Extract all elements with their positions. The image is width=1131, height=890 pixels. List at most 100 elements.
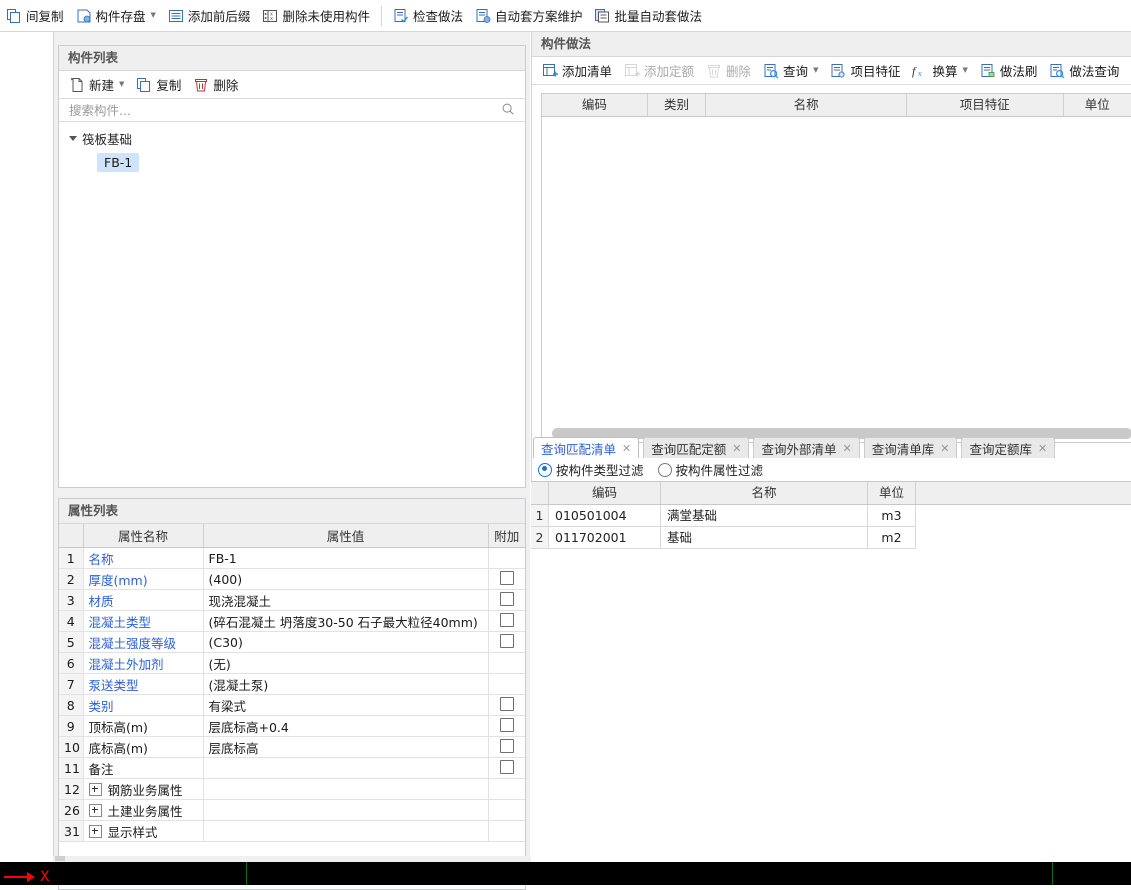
query-tab-2[interactable]: 查询匹配定额✕ xyxy=(643,437,749,458)
new-component-button[interactable]: 新建 ▼ xyxy=(63,73,130,97)
table-row[interactable]: 11备注 xyxy=(59,758,525,779)
toolbar-item-check-method[interactable]: 检查做法 xyxy=(387,4,469,28)
query-result-col-3[interactable]: 名称 xyxy=(661,482,868,504)
attribute-value-cell[interactable]: 现浇混凝土 xyxy=(203,590,488,611)
attribute-value-cell[interactable] xyxy=(203,758,488,779)
toolbar-item-delete-unused[interactable]: xx 删除未使用构件 xyxy=(256,4,376,28)
toolbar-item-save-component[interactable]: 构件存盘 ▼ xyxy=(70,4,162,28)
bottom-scroll-nub[interactable] xyxy=(55,856,65,861)
chevron-down-icon[interactable]: ▼ xyxy=(962,67,967,74)
expand-plus-icon[interactable] xyxy=(89,804,102,817)
attribute-value-cell[interactable]: (400) xyxy=(203,569,488,590)
attribute-value-cell[interactable] xyxy=(203,800,488,821)
project-feature-button[interactable]: 项目特征 xyxy=(824,59,906,83)
method-query-button[interactable]: 做法查询 xyxy=(1043,59,1125,83)
checkbox-unchecked-icon[interactable] xyxy=(500,760,514,774)
close-icon[interactable]: ✕ xyxy=(940,442,949,455)
query-tab-3[interactable]: 查询外部清单✕ xyxy=(753,437,859,458)
attach-cell[interactable] xyxy=(488,632,525,653)
table-row[interactable]: 6混凝土外加剂(无) xyxy=(59,653,525,674)
query-result-col-1[interactable] xyxy=(531,482,549,504)
attribute-name-cell[interactable]: 材质 xyxy=(83,590,203,611)
search-input[interactable] xyxy=(67,102,501,119)
toolbar-item-auto-scheme[interactable]: 自动套方案维护 xyxy=(469,4,589,28)
chevron-down-icon[interactable] xyxy=(69,133,79,143)
chevron-down-icon[interactable]: ▼ xyxy=(119,81,124,88)
table-row[interactable]: 9顶标高(m)层底标高+0.4 xyxy=(59,716,525,737)
query-tab-4[interactable]: 查询清单库✕ xyxy=(864,437,958,458)
expand-plus-icon[interactable] xyxy=(89,825,102,838)
attribute-value-cell[interactable]: (混凝土泵) xyxy=(203,674,488,695)
attribute-value-cell[interactable]: FB-1 xyxy=(203,548,488,569)
attach-cell[interactable] xyxy=(488,569,525,590)
radio-unselected-icon[interactable] xyxy=(658,463,672,477)
table-row[interactable]: 1010501004满堂基础m3 xyxy=(531,505,1131,527)
attribute-name-cell[interactable]: 混凝土类型 xyxy=(83,611,203,632)
attribute-name-cell[interactable]: 显示样式 xyxy=(83,821,203,842)
attach-cell[interactable] xyxy=(488,590,525,611)
query-result-col-4[interactable]: 单位 xyxy=(868,482,916,504)
attribute-value-cell[interactable] xyxy=(203,821,488,842)
attribute-name-cell[interactable]: 厚度(mm) xyxy=(83,569,203,590)
method-table-body[interactable] xyxy=(542,117,1131,423)
close-icon[interactable]: ✕ xyxy=(622,442,631,455)
chevron-down-icon[interactable]: ▼ xyxy=(813,67,818,74)
method-col-1[interactable]: 编码 xyxy=(542,94,648,116)
drawing-canvas-strip[interactable]: X xyxy=(0,862,1131,885)
method-brush-button[interactable]: 做法刷 xyxy=(974,59,1044,83)
method-col-4[interactable]: 项目特征 xyxy=(907,94,1064,116)
attribute-name-cell[interactable]: 混凝土外加剂 xyxy=(83,653,203,674)
close-icon[interactable]: ✕ xyxy=(732,442,741,455)
query-button[interactable]: 查询 ▼ xyxy=(757,59,824,83)
table-row[interactable]: 2厚度(mm)(400) xyxy=(59,569,525,590)
checkbox-unchecked-icon[interactable] xyxy=(500,613,514,627)
tree-item-fb-1[interactable]: FB-1 xyxy=(59,152,525,172)
attribute-value-cell[interactable]: 有梁式 xyxy=(203,695,488,716)
attach-cell[interactable] xyxy=(488,716,525,737)
table-row[interactable]: 8类别有梁式 xyxy=(59,695,525,716)
attribute-name-cell[interactable]: 备注 xyxy=(83,758,203,779)
table-row[interactable]: 1名称FB-1 xyxy=(59,548,525,569)
method-col-2[interactable]: 类别 xyxy=(648,94,707,116)
attribute-name-cell[interactable]: 顶标高(m) xyxy=(83,716,203,737)
attribute-name-cell[interactable]: 混凝土强度等级 xyxy=(83,632,203,653)
checkbox-unchecked-icon[interactable] xyxy=(500,571,514,585)
expand-plus-icon[interactable] xyxy=(89,783,102,796)
search-icon[interactable] xyxy=(501,102,517,118)
attach-cell[interactable] xyxy=(488,611,525,632)
checkbox-unchecked-icon[interactable] xyxy=(500,634,514,648)
attribute-name-cell[interactable]: 泵送类型 xyxy=(83,674,203,695)
method-more-button[interactable] xyxy=(1125,59,1131,83)
table-row[interactable]: 3材质现浇混凝土 xyxy=(59,590,525,611)
convert-button[interactable]: fx 换算 ▼ xyxy=(906,59,973,83)
attribute-value-cell[interactable]: 层底标高+0.4 xyxy=(203,716,488,737)
attribute-value-cell[interactable]: (C30) xyxy=(203,632,488,653)
toolbar-item-batch-auto[interactable]: 批量自动套做法 xyxy=(588,4,708,28)
attribute-name-cell[interactable]: 底标高(m) xyxy=(83,737,203,758)
table-row[interactable]: 26土建业务属性 xyxy=(59,800,525,821)
table-row[interactable]: 2011702001基础m2 xyxy=(531,527,1131,549)
close-icon[interactable]: ✕ xyxy=(842,442,851,455)
table-row[interactable]: 10底标高(m)层底标高 xyxy=(59,737,525,758)
method-col-3[interactable]: 名称 xyxy=(706,94,907,116)
checkbox-unchecked-icon[interactable] xyxy=(500,697,514,711)
checkbox-unchecked-icon[interactable] xyxy=(500,739,514,753)
query-result-col-2[interactable]: 编码 xyxy=(549,482,661,504)
toolbar-item-add-affix[interactable]: 添加前后缀 xyxy=(162,4,257,28)
delete-component-button[interactable]: 删除 xyxy=(187,73,244,97)
query-tab-5[interactable]: 查询定额库✕ xyxy=(961,437,1055,458)
attribute-value-cell[interactable]: (无) xyxy=(203,653,488,674)
method-col-5[interactable]: 单位 xyxy=(1064,94,1131,116)
attribute-value-cell[interactable]: (碎石混凝土 坍落度30-50 石子最大粒径40mm) xyxy=(203,611,488,632)
attribute-name-cell[interactable]: 土建业务属性 xyxy=(83,800,203,821)
close-icon[interactable]: ✕ xyxy=(1038,442,1047,455)
checkbox-unchecked-icon[interactable] xyxy=(500,592,514,606)
table-row[interactable]: 4混凝土类型(碎石混凝土 坍落度30-50 石子最大粒径40mm) xyxy=(59,611,525,632)
attach-cell[interactable] xyxy=(488,758,525,779)
chevron-down-icon[interactable]: ▼ xyxy=(151,12,156,19)
table-row[interactable]: 5混凝土强度等级(C30) xyxy=(59,632,525,653)
filter-option-by-type[interactable]: 按构件类型过滤 xyxy=(538,460,644,479)
table-row[interactable]: 12钢筋业务属性 xyxy=(59,779,525,800)
component-search-bar[interactable] xyxy=(59,99,525,122)
attribute-name-cell[interactable]: 类别 xyxy=(83,695,203,716)
